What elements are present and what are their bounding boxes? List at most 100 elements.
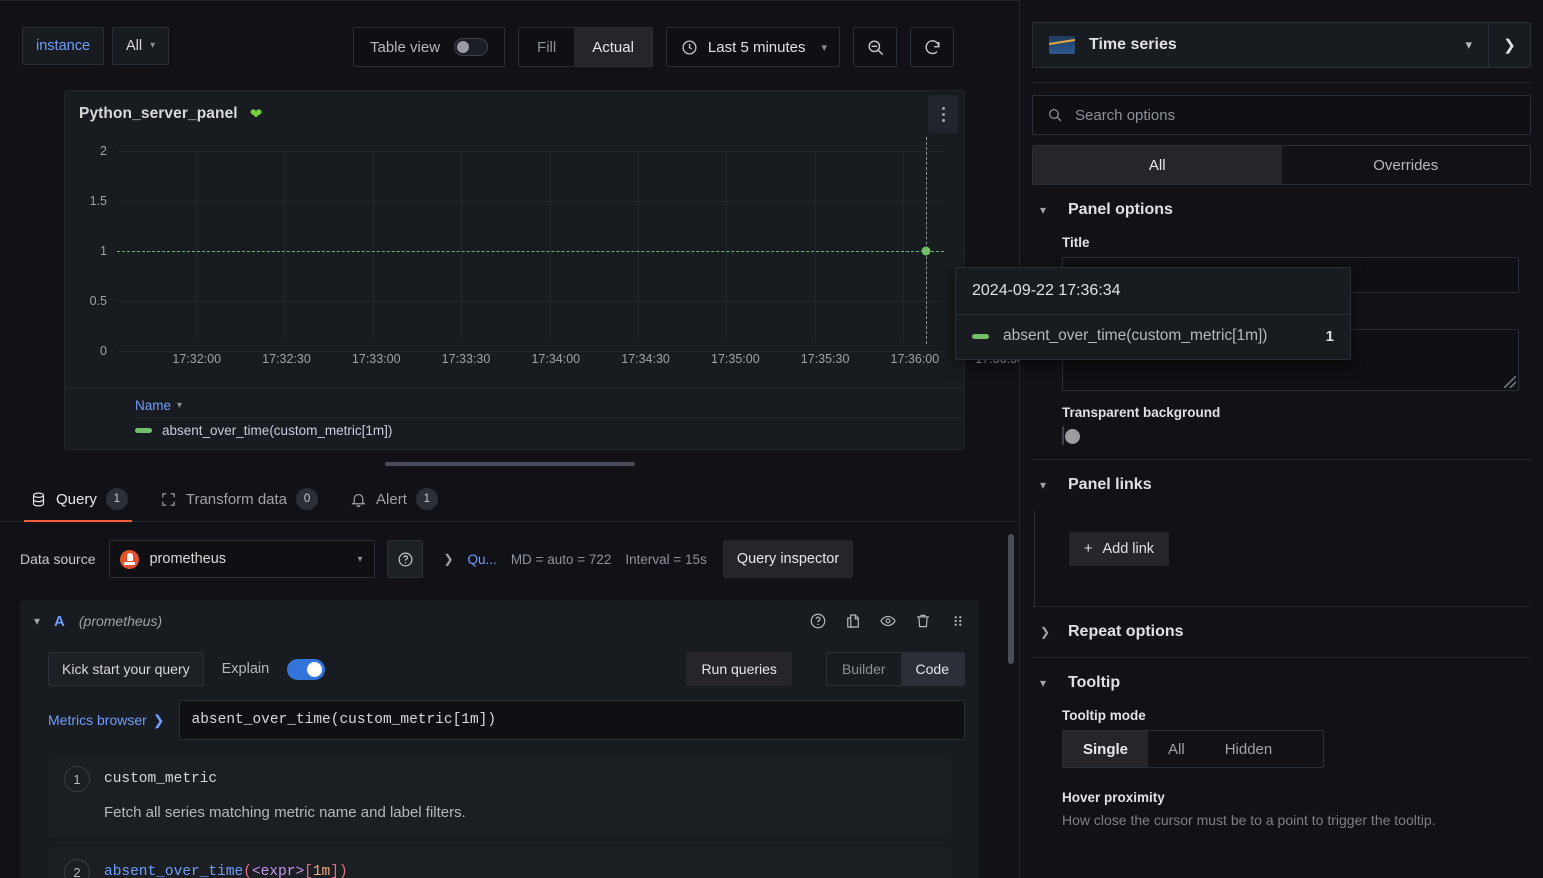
- query-tab-content: Data source prometheus ▾ ❯ Qu... MD = au…: [0, 522, 1019, 878]
- variable-value-dropdown[interactable]: All ▾: [112, 27, 169, 65]
- template-variable-picker: instance All ▾: [22, 27, 169, 65]
- chevron-down-icon[interactable]: ▾: [34, 614, 40, 628]
- transparent-background-switch[interactable]: [1062, 426, 1064, 445]
- tooltip-series-value: 1: [1326, 328, 1334, 345]
- explain-step-number: 2: [64, 859, 90, 878]
- fill-button[interactable]: Fill: [519, 28, 574, 66]
- section-header-panel-options[interactable]: ▾ Panel options: [1032, 185, 1531, 235]
- legend-item[interactable]: absent_over_time(custom_metric[1m]): [135, 417, 964, 441]
- tooltip-mode-label: Tooltip mode: [1062, 708, 1531, 723]
- editor-toolbar: instance All ▾ Table view Fill Actual: [0, 0, 1019, 90]
- section-title: Panel options: [1068, 201, 1173, 219]
- promql-expression-input[interactable]: absent_over_time(custom_metric[1m]): [179, 700, 965, 740]
- max-data-points-summary: MD = auto = 722: [511, 552, 612, 567]
- collapse-sidebar-button[interactable]: ❯: [1488, 23, 1530, 67]
- tooltip-mode-all[interactable]: All: [1148, 731, 1205, 767]
- x-axis: 17:32:00 17:32:30 17:33:00 17:33:30 17:3…: [117, 352, 956, 368]
- query-editor-body: Kick start your query Explain Run querie…: [20, 642, 979, 878]
- tab-query[interactable]: Query 1: [20, 488, 150, 521]
- all-overrides-tabs[interactable]: All Overrides: [1032, 145, 1531, 185]
- tooltip-mode-single[interactable]: Single: [1063, 731, 1148, 767]
- tooltip-mode-segment[interactable]: Single All Hidden: [1062, 730, 1324, 768]
- zoom-out-icon: [866, 38, 885, 57]
- run-queries-button[interactable]: Run queries: [686, 652, 792, 686]
- fill-actual-segment[interactable]: Fill Actual: [518, 27, 653, 67]
- eye-icon[interactable]: [879, 612, 897, 630]
- explain-switch[interactable]: [287, 659, 325, 680]
- section-tooltip: ▾ Tooltip Tooltip mode Single All Hidden…: [1032, 658, 1531, 842]
- explain-fn-range: 1m: [313, 864, 330, 878]
- search-options-input[interactable]: Search options: [1032, 95, 1531, 135]
- query-area-scrollbar[interactable]: [1008, 534, 1014, 664]
- zoom-out-button[interactable]: [853, 27, 897, 67]
- panel-preview-wrapper: Python_server_panel ❤ 2 1.5 1 0.5 0: [0, 90, 1019, 450]
- panel-header: Python_server_panel ❤: [65, 91, 964, 137]
- query-options-summary[interactable]: ❯ Qu... MD = auto = 722 Interval = 15s: [437, 540, 712, 578]
- legend-header-label: Name: [135, 398, 171, 413]
- series-line-absent-over-time: [117, 251, 944, 252]
- y-tick: 1: [100, 244, 107, 258]
- trash-icon[interactable]: [914, 612, 932, 630]
- drag-handle-icon[interactable]: [949, 612, 967, 630]
- builder-mode-button[interactable]: Builder: [827, 653, 901, 685]
- section-header-tooltip[interactable]: ▾ Tooltip: [1032, 658, 1531, 708]
- table-view-toggle-group[interactable]: Table view: [353, 27, 505, 67]
- help-circle-icon[interactable]: [809, 612, 827, 630]
- panel-plot-area[interactable]: 2 1.5 1 0.5 0: [65, 137, 964, 388]
- time-range-main[interactable]: Last 5 minutes: [667, 28, 818, 66]
- tab-alert-badge: 1: [416, 488, 438, 510]
- duplicate-icon[interactable]: [844, 612, 862, 630]
- metrics-browser-toggle[interactable]: Metrics browser ❯: [48, 700, 179, 740]
- tooltip-mode-hidden[interactable]: Hidden: [1205, 731, 1293, 767]
- section-header-repeat-options[interactable]: ❯ Repeat options: [1032, 607, 1531, 657]
- explain-label: Explain: [222, 661, 270, 677]
- query-ref-id[interactable]: A: [54, 613, 65, 630]
- tab-transform-data[interactable]: Transform data 0: [150, 488, 340, 521]
- data-source-help-button[interactable]: [387, 540, 423, 578]
- chevron-down-icon: ▾: [1040, 203, 1052, 217]
- query-row-actions: [809, 612, 967, 630]
- search-options-placeholder: Search options: [1075, 107, 1175, 124]
- query-options-label: Qu...: [468, 552, 497, 567]
- query-editor-controls: Kick start your query Explain Run querie…: [34, 648, 965, 700]
- explain-fn-name: absent_over_time: [104, 864, 243, 878]
- tab-all-options[interactable]: All: [1033, 146, 1282, 184]
- database-icon: [30, 491, 47, 508]
- tab-overrides[interactable]: Overrides: [1282, 146, 1531, 184]
- table-view-label: Table view: [370, 39, 440, 56]
- query-row-a: ▾ A (prometheus): [20, 600, 979, 878]
- time-range-label: Last 5 minutes: [708, 39, 806, 56]
- refresh-button[interactable]: [910, 27, 954, 67]
- refresh-icon: [923, 38, 942, 57]
- time-range-picker[interactable]: Last 5 minutes ▾: [666, 27, 840, 67]
- code-mode-button[interactable]: Code: [901, 653, 964, 685]
- panel-resize-handle[interactable]: [0, 450, 1019, 476]
- add-link-button[interactable]: + Add link: [1069, 532, 1169, 566]
- x-tick: 17:36:00: [891, 352, 940, 366]
- chevron-down-icon: ▾: [357, 554, 362, 565]
- panel-menu-button[interactable]: [928, 95, 958, 133]
- builder-code-segment[interactable]: Builder Code: [826, 652, 965, 686]
- tooltip-series-name: absent_over_time(custom_metric[1m]): [1003, 327, 1312, 345]
- query-data-source-note: (prometheus): [79, 613, 162, 629]
- chevron-down-icon[interactable]: ▾: [817, 41, 839, 54]
- explain-results: 1 custom_metric Fetch all series matchin…: [48, 754, 951, 878]
- actual-button[interactable]: Actual: [574, 28, 652, 66]
- hovered-data-point[interactable]: [921, 247, 930, 256]
- visualization-picker[interactable]: Time series ▾ ❯: [1032, 22, 1531, 68]
- tab-alert[interactable]: Alert 1: [340, 488, 460, 521]
- kick-start-query-button[interactable]: Kick start your query: [48, 652, 204, 686]
- plot-grid: [117, 151, 944, 340]
- legend-sort-name[interactable]: Name ▾: [135, 395, 964, 417]
- visualization-name: Time series: [1089, 36, 1449, 54]
- y-tick: 0: [100, 344, 107, 358]
- section-title: Panel links: [1068, 476, 1152, 494]
- query-inspector-button[interactable]: Query inspector: [723, 540, 853, 578]
- table-view-switch[interactable]: [454, 38, 488, 56]
- tooltip-timestamp: 2024-09-22 17:36:34: [956, 268, 1350, 315]
- transparent-background-label: Transparent background: [1062, 405, 1531, 420]
- timeseries-icon: [1049, 36, 1075, 54]
- data-source-picker[interactable]: prometheus ▾: [109, 540, 375, 578]
- chevron-down-icon[interactable]: ▾: [1449, 37, 1488, 53]
- section-header-panel-links[interactable]: ▾ Panel links: [1032, 460, 1531, 510]
